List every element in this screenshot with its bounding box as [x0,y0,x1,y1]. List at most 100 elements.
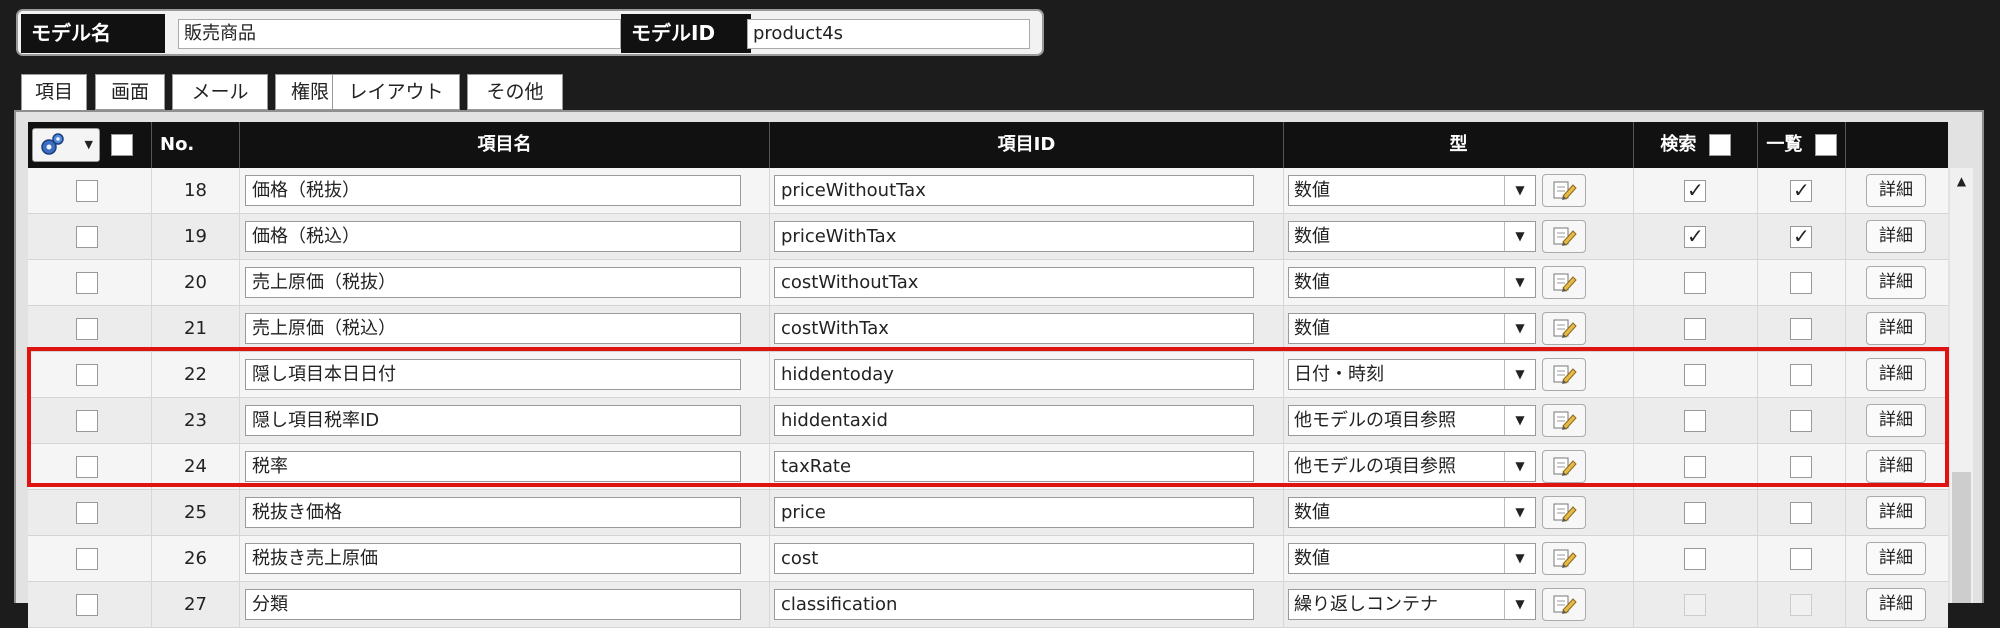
search-checkbox[interactable] [1684,456,1706,478]
item-name-input[interactable]: 価格（税抜） [245,175,741,206]
item-id-input[interactable]: cost [774,543,1254,574]
select-all-checkbox[interactable] [111,134,133,156]
type-select[interactable]: 数値 ▼ [1288,221,1536,252]
item-name-input[interactable]: 分類 [245,589,741,620]
type-select[interactable]: 繰り返しコンテナ ▼ [1288,589,1536,620]
list-checkbox[interactable] [1790,318,1812,340]
tab-mail[interactable]: メール [172,74,268,110]
list-checkbox[interactable] [1790,410,1812,432]
type-select[interactable]: 他モデルの項目参照 ▼ [1288,451,1536,482]
table-row: 20 売上原価（税抜） costWithoutTax 数値 ▼ 詳細 [28,260,1948,306]
type-select[interactable]: 数値 ▼ [1288,543,1536,574]
row-select-checkbox[interactable] [76,180,98,202]
search-cell [1633,260,1757,306]
item-id-input[interactable]: priceWithoutTax [774,175,1254,206]
tab-screen[interactable]: 画面 [95,74,165,110]
item-name-input[interactable]: 税率 [245,451,741,482]
item-name-input[interactable]: 隠し項目本日日付 [245,359,741,390]
type-settings-button[interactable] [1542,542,1586,575]
list-checkbox[interactable] [1790,224,1812,248]
detail-button[interactable]: 詳細 [1866,404,1926,437]
item-name-input[interactable]: 価格（税込） [245,221,741,252]
type-cell: 他モデルの項目参照 ▼ [1283,398,1633,444]
search-checkbox[interactable] [1684,594,1706,616]
item-name-input[interactable]: 税抜き価格 [245,497,741,528]
item-name-input[interactable]: 売上原価（税抜） [245,267,741,298]
row-select-checkbox[interactable] [76,548,98,570]
type-select[interactable]: 日付・時刻 ▼ [1288,359,1536,390]
search-checkbox[interactable] [1684,178,1706,202]
type-select[interactable]: 数値 ▼ [1288,497,1536,528]
detail-button[interactable]: 詳細 [1866,312,1926,345]
search-checkbox[interactable] [1684,364,1706,386]
row-select-checkbox[interactable] [76,226,98,248]
edit-icon [1553,181,1577,200]
detail-button[interactable]: 詳細 [1866,220,1926,253]
list-checkbox[interactable] [1790,272,1812,294]
row-select-checkbox[interactable] [76,456,98,478]
search-all-checkbox[interactable] [1708,134,1731,156]
row-select-checkbox[interactable] [76,410,98,432]
search-checkbox[interactable] [1684,272,1706,294]
detail-button[interactable]: 詳細 [1866,450,1926,483]
type-select[interactable]: 数値 ▼ [1288,267,1536,298]
list-checkbox[interactable] [1790,502,1812,524]
search-checkbox[interactable] [1684,502,1706,524]
row-select-checkbox[interactable] [76,364,98,386]
type-settings-button[interactable] [1542,266,1586,299]
scroll-up-arrow-icon[interactable]: ▲ [1950,170,1973,192]
tool-menu-button[interactable]: ▼ [32,128,100,162]
list-checkbox[interactable] [1790,178,1812,202]
type-settings-button[interactable] [1542,404,1586,437]
detail-button[interactable]: 詳細 [1866,496,1926,529]
type-settings-button[interactable] [1542,312,1586,345]
item-id-input[interactable]: priceWithTax [774,221,1254,252]
type-settings-button[interactable] [1542,450,1586,483]
search-checkbox[interactable] [1684,548,1706,570]
type-select[interactable]: 数値 ▼ [1288,313,1536,344]
list-all-checkbox[interactable] [1814,134,1837,156]
model-id-input[interactable]: product4s [747,19,1030,49]
row-select-cell [28,444,151,490]
detail-button[interactable]: 詳細 [1866,174,1926,207]
item-name-input[interactable]: 売上原価（税込） [245,313,741,344]
type-settings-button[interactable] [1542,220,1586,253]
item-id-input[interactable]: classification [774,589,1254,620]
type-settings-button[interactable] [1542,588,1586,621]
item-id-input[interactable]: hiddentoday [774,359,1254,390]
search-checkbox[interactable] [1684,318,1706,340]
type-settings-button[interactable] [1542,174,1586,207]
scrollbar-thumb[interactable] [1952,472,1971,603]
tab-other[interactable]: その他 [467,74,563,110]
item-id-input[interactable]: taxRate [774,451,1254,482]
chevron-down-icon: ▼ [1504,452,1535,481]
list-checkbox[interactable] [1790,548,1812,570]
item-name-input[interactable]: 税抜き売上原価 [245,543,741,574]
detail-button[interactable]: 詳細 [1866,542,1926,575]
detail-button[interactable]: 詳細 [1866,358,1926,391]
item-id-input[interactable]: costWithTax [774,313,1254,344]
search-checkbox[interactable] [1684,410,1706,432]
detail-button[interactable]: 詳細 [1866,588,1926,621]
type-select[interactable]: 数値 ▼ [1288,175,1536,206]
type-settings-button[interactable] [1542,358,1586,391]
list-checkbox[interactable] [1790,364,1812,386]
row-select-checkbox[interactable] [76,502,98,524]
tab-items[interactable]: 項目 [21,74,87,112]
item-name-input[interactable]: 隠し項目税率ID [245,405,741,436]
item-id-input[interactable]: price [774,497,1254,528]
tab-layout[interactable]: レイアウト [332,74,460,110]
search-checkbox[interactable] [1684,224,1706,248]
type-settings-button[interactable] [1542,496,1586,529]
list-checkbox[interactable] [1790,456,1812,478]
item-id-input[interactable]: costWithoutTax [774,267,1254,298]
row-number: 26 [151,536,239,582]
item-id-input[interactable]: hiddentaxid [774,405,1254,436]
row-select-checkbox[interactable] [76,594,98,616]
row-select-checkbox[interactable] [76,272,98,294]
row-select-checkbox[interactable] [76,318,98,340]
detail-button[interactable]: 詳細 [1866,266,1926,299]
model-name-input[interactable]: 販売商品 [178,19,621,49]
list-checkbox[interactable] [1790,594,1812,616]
type-select[interactable]: 他モデルの項目参照 ▼ [1288,405,1536,436]
